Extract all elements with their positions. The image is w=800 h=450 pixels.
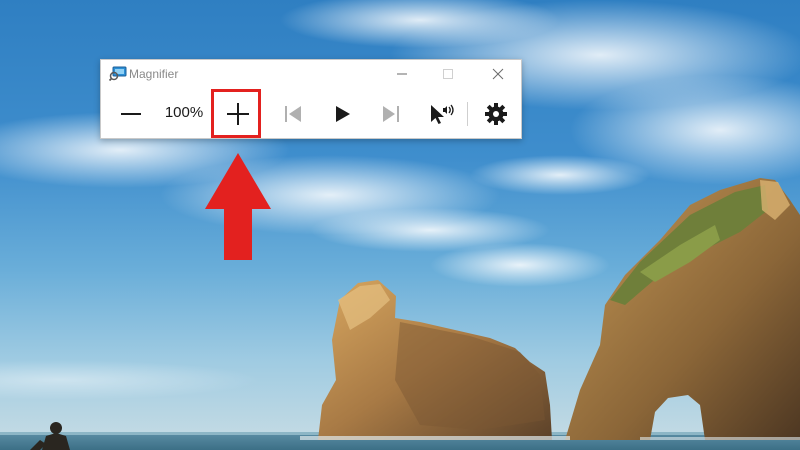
gear-icon (485, 103, 507, 125)
magnifier-toolbar: 100% (101, 90, 521, 138)
zoom-level-value: 100% (164, 104, 204, 121)
magnifier-window: Magnifier 100% (100, 59, 522, 139)
zoom-in-button[interactable] (214, 94, 262, 134)
skip-back-icon (285, 106, 301, 122)
play-icon (336, 106, 350, 122)
play-button[interactable] (326, 94, 360, 134)
title-bar[interactable]: Magnifier (101, 60, 521, 88)
minus-icon (121, 113, 141, 115)
skip-forward-icon (383, 106, 399, 122)
maximize-button[interactable] (425, 60, 471, 88)
toolbar-divider (467, 102, 468, 126)
next-button[interactable] (374, 94, 408, 134)
zoom-out-button[interactable] (113, 94, 149, 134)
red-arrow-indicator (205, 153, 271, 260)
read-from-here-button[interactable] (423, 94, 461, 134)
close-icon (492, 68, 504, 80)
settings-button[interactable] (479, 94, 513, 134)
plus-icon (227, 103, 249, 125)
maximize-icon (443, 69, 453, 79)
desktop-wallpaper: Magnifier 100% (0, 0, 800, 450)
window-title: Magnifier (129, 67, 179, 81)
minimize-icon (397, 73, 407, 75)
magnifier-app-icon (108, 66, 127, 82)
minimize-button[interactable] (379, 60, 425, 88)
previous-button[interactable] (276, 94, 310, 134)
pointer-speaker-icon (431, 104, 454, 124)
close-button[interactable] (475, 60, 521, 88)
